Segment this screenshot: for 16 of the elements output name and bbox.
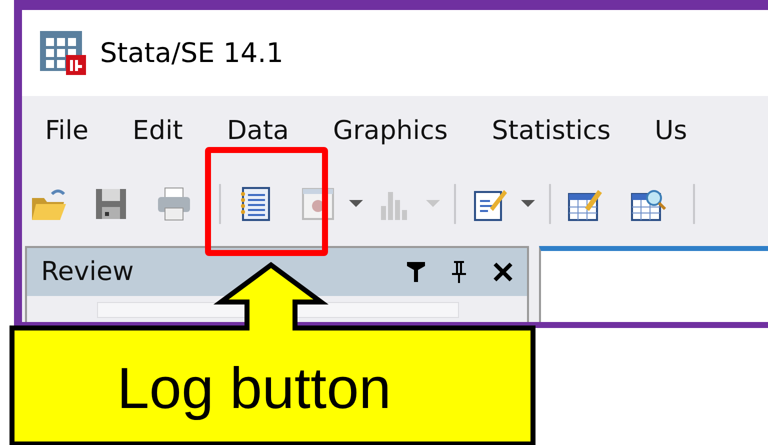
window-title: Stata/SE 14.1 <box>100 38 284 68</box>
app-logo-icon <box>40 31 86 75</box>
caret-icon[interactable] <box>349 200 363 208</box>
menu-item[interactable]: Edit <box>132 116 183 146</box>
printer-icon[interactable] <box>156 186 192 222</box>
menu-item[interactable]: Graphics <box>332 116 448 146</box>
menu-item[interactable]: Us <box>654 116 688 146</box>
menu-item[interactable]: Statistics <box>492 116 611 146</box>
caret-icon[interactable] <box>521 200 535 208</box>
menu-item[interactable]: Data <box>226 116 289 146</box>
menu-item[interactable]: File <box>45 116 89 146</box>
filter-icon[interactable] <box>407 262 425 282</box>
close-icon[interactable] <box>493 262 513 282</box>
pin-icon[interactable] <box>451 261 467 283</box>
panel-title: Review <box>41 257 134 287</box>
callout-label: Log button <box>117 355 392 422</box>
